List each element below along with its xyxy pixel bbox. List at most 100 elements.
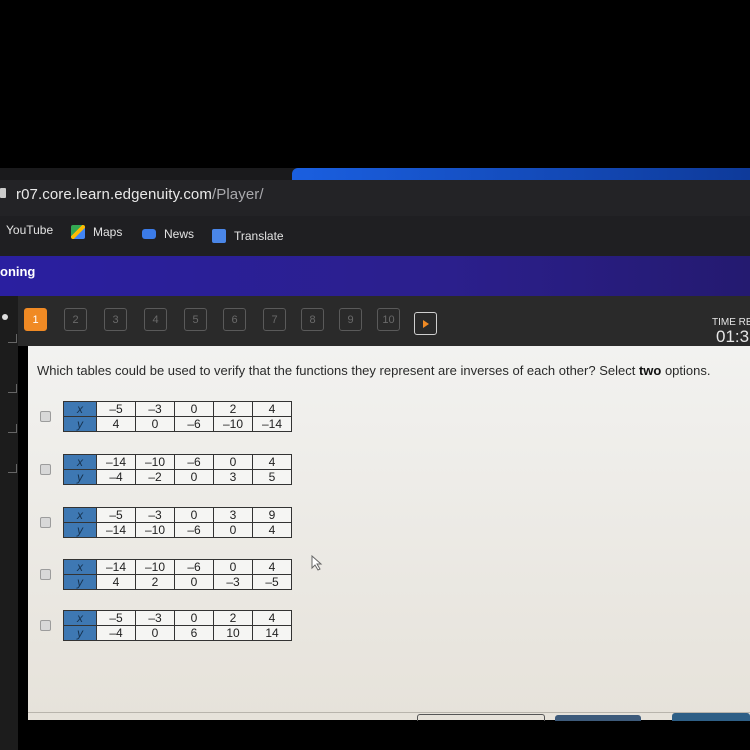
option-checkbox[interactable] [40, 411, 51, 422]
option-checkbox[interactable] [40, 517, 51, 528]
row-header-x: x [63, 610, 97, 626]
table-cell: –6 [174, 522, 214, 538]
values-table: x –14 –10 –6 0 4 y –4 –2 0 3 5 [63, 454, 292, 485]
table-cell: –14 [96, 559, 136, 575]
url-path: /Player/ [211, 186, 264, 203]
translate-icon [212, 229, 226, 243]
tool-corner-icon [8, 424, 17, 433]
table-row-x: x –14 –10 –6 0 4 [63, 559, 292, 575]
table-row-x: x –5 –3 0 3 9 [63, 507, 292, 523]
row-header-x: x [63, 454, 97, 470]
table-row-y: y 4 0 –6 –10 –14 [63, 416, 292, 432]
bookmark-maps[interactable]: Maps [71, 225, 122, 239]
row-header-y: y [63, 522, 97, 538]
tool-corner-icon [8, 464, 17, 473]
footer-divider [28, 712, 750, 713]
bookmark-label: Translate [234, 229, 284, 243]
row-header-y: y [63, 625, 97, 641]
table-cell: –3 [135, 401, 175, 417]
table-cell: 3 [213, 469, 253, 485]
table-cell: 0 [135, 416, 175, 432]
course-title: oning [0, 264, 36, 279]
table-cell: 0 [174, 401, 214, 417]
answer-option[interactable]: x –5 –3 0 2 4 y 4 0 –6 –10 –14 [40, 401, 292, 432]
bookmark-youtube[interactable]: YouTube [6, 223, 53, 237]
answer-option[interactable]: x –14 –10 –6 0 4 y –4 –2 0 3 5 [40, 454, 292, 485]
question-text-main: Which tables could be used to verify tha… [37, 363, 639, 378]
table-cell: –14 [252, 416, 292, 432]
question-4-button[interactable]: 4 [144, 308, 167, 331]
question-2-button[interactable]: 2 [64, 308, 87, 331]
table-cell: –14 [96, 454, 136, 470]
menu-dot-icon[interactable] [2, 314, 8, 320]
row-header-x: x [63, 507, 97, 523]
answer-option[interactable]: x –14 –10 –6 0 4 y 4 2 0 –3 –5 [40, 559, 292, 590]
tool-corner-icon [8, 334, 17, 343]
table-cell: 6 [174, 625, 214, 641]
footer-button[interactable] [555, 715, 641, 721]
table-cell: 4 [252, 559, 292, 575]
bookmark-label: News [164, 227, 195, 241]
table-cell: 4 [252, 454, 292, 470]
answer-option[interactable]: x –5 –3 0 3 9 y –14 –10 –6 0 4 [40, 507, 292, 538]
table-cell: –4 [96, 625, 136, 641]
question-text-end: options. [661, 363, 711, 378]
values-table: x –5 –3 0 2 4 y –4 0 6 10 14 [63, 610, 292, 641]
left-toolbar [0, 296, 18, 750]
row-header-x: x [63, 401, 97, 417]
table-cell: –5 [96, 610, 136, 626]
table-row-x: x –5 –3 0 2 4 [63, 401, 292, 417]
table-cell: 0 [174, 574, 214, 590]
table-cell: –14 [96, 522, 136, 538]
table-row-y: y –4 0 6 10 14 [63, 625, 292, 641]
bookmark-news[interactable]: News [142, 227, 194, 241]
table-cell: 0 [174, 469, 214, 485]
table-cell: 0 [174, 507, 214, 523]
option-checkbox[interactable] [40, 464, 51, 475]
question-7-button[interactable]: 7 [263, 308, 286, 331]
row-header-y: y [63, 416, 97, 432]
values-table: x –5 –3 0 2 4 y 4 0 –6 –10 –14 [63, 401, 292, 432]
tool-corner-icon [8, 384, 17, 393]
table-cell: –5 [96, 401, 136, 417]
option-checkbox[interactable] [40, 620, 51, 631]
course-header [0, 256, 750, 296]
values-table: x –5 –3 0 3 9 y –14 –10 –6 0 4 [63, 507, 292, 538]
footer-button[interactable] [417, 714, 545, 721]
table-cell: 4 [252, 401, 292, 417]
values-table: x –14 –10 –6 0 4 y 4 2 0 –3 –5 [63, 559, 292, 590]
table-cell: 9 [252, 507, 292, 523]
question-5-button[interactable]: 5 [184, 308, 207, 331]
option-checkbox[interactable] [40, 569, 51, 580]
row-header-y: y [63, 574, 97, 590]
question-6-button[interactable]: 6 [223, 308, 246, 331]
table-cell: 2 [213, 610, 253, 626]
table-cell: –6 [174, 416, 214, 432]
table-cell: –3 [213, 574, 253, 590]
url-text[interactable]: r07.core.learn.edgenuity.com/Player/ [16, 186, 264, 203]
table-cell: 0 [213, 454, 253, 470]
maps-icon [71, 225, 85, 239]
question-3-button[interactable]: 3 [104, 308, 127, 331]
question-text: Which tables could be used to verify tha… [37, 363, 711, 378]
table-cell: 0 [135, 625, 175, 641]
footer-button[interactable] [672, 713, 750, 721]
question-10-button[interactable]: 10 [377, 308, 400, 331]
bookmark-label: YouTube [6, 223, 54, 237]
table-cell: –10 [135, 559, 175, 575]
answer-option[interactable]: x –5 –3 0 2 4 y –4 0 6 10 14 [40, 610, 292, 641]
table-cell: 2 [135, 574, 175, 590]
table-cell: –3 [135, 610, 175, 626]
table-cell: –3 [135, 507, 175, 523]
table-cell: –6 [174, 559, 214, 575]
question-9-button[interactable]: 9 [339, 308, 362, 331]
table-cell: 0 [213, 559, 253, 575]
next-question-button[interactable] [414, 312, 437, 335]
question-1-button[interactable]: 1 [24, 308, 47, 331]
table-cell: –10 [135, 454, 175, 470]
question-8-button[interactable]: 8 [301, 308, 324, 331]
table-row-y: y –14 –10 –6 0 4 [63, 522, 292, 538]
bookmark-translate[interactable]: Translate [212, 229, 284, 243]
lock-icon [0, 188, 6, 198]
table-cell: –4 [96, 469, 136, 485]
